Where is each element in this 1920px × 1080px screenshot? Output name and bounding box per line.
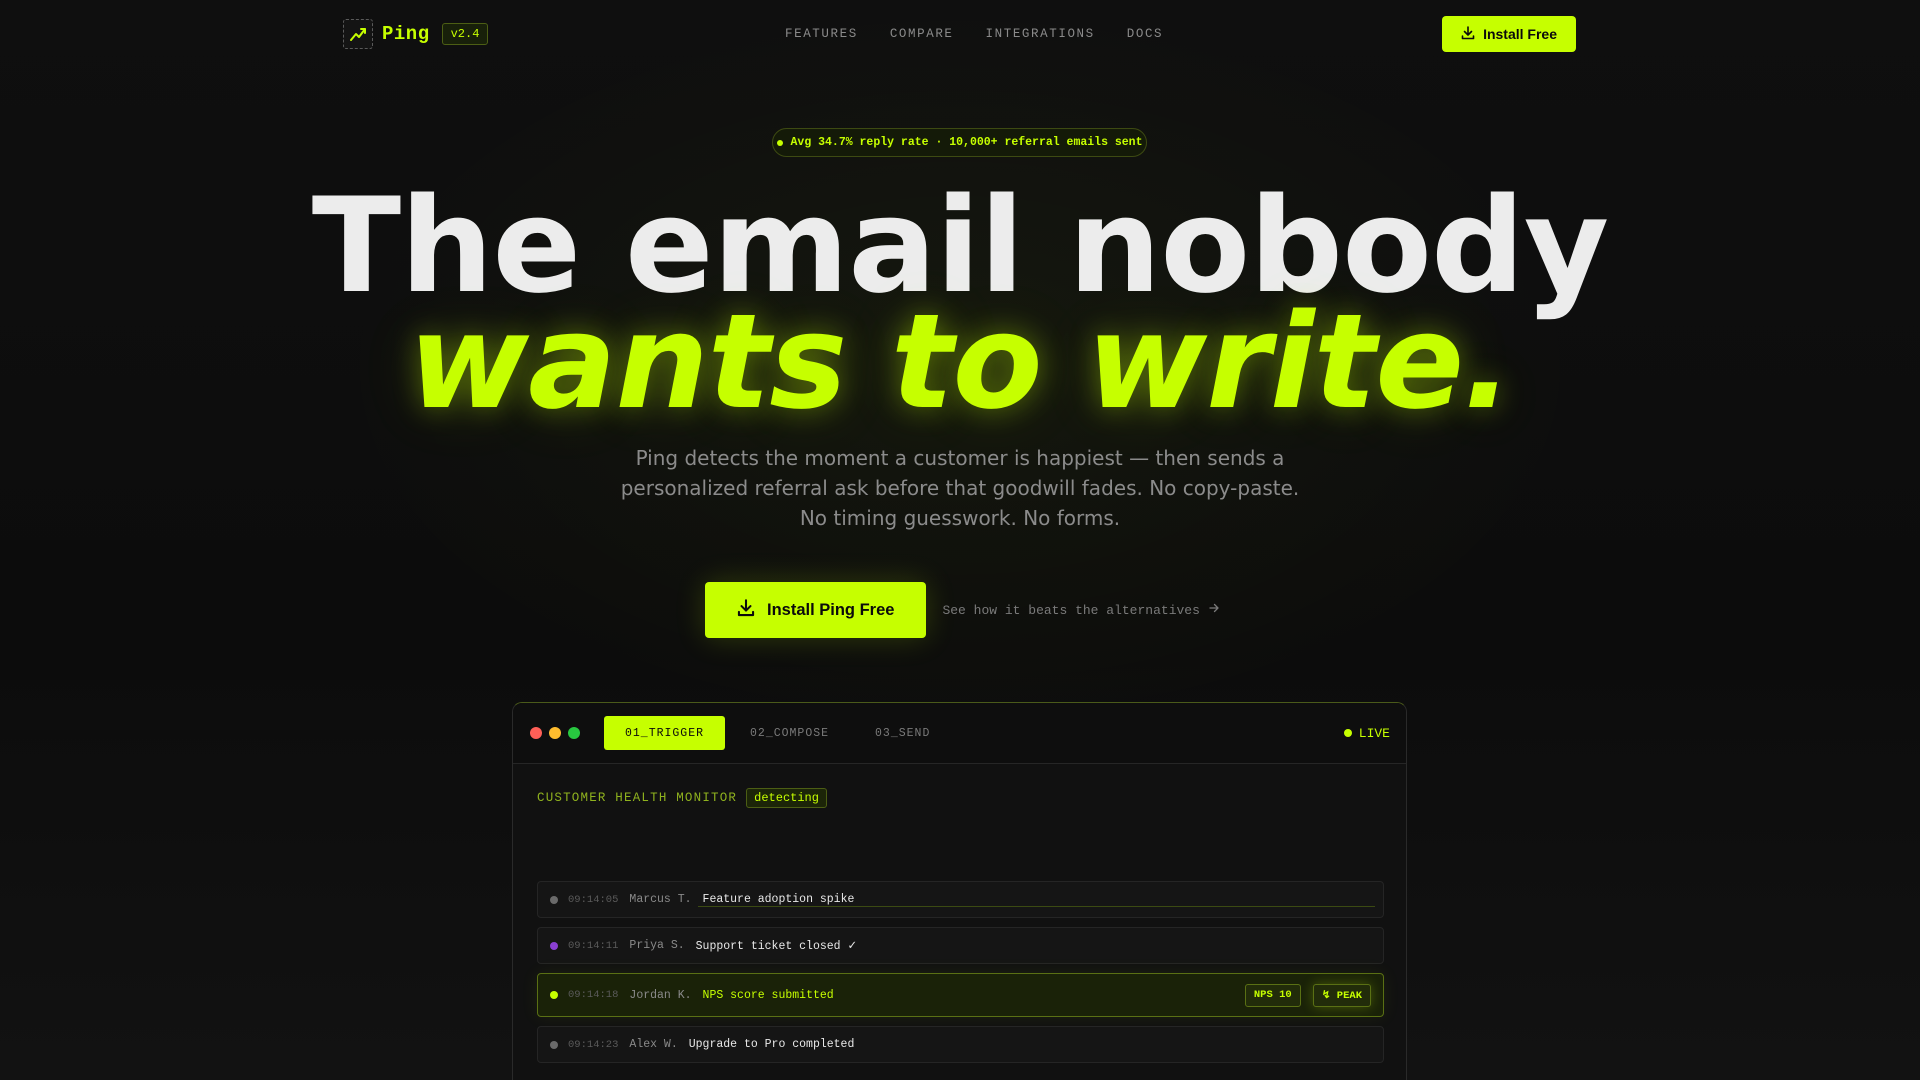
download-icon: [1461, 25, 1475, 43]
close-dot: [530, 727, 542, 739]
cta-row: Install Ping Free See how it beats the a…: [705, 582, 1220, 638]
demo-toolbar: 01_TRIGGER 02_COMPOSE 03_SEND LIVE: [513, 703, 1406, 764]
trending-up-icon: [343, 19, 373, 49]
event-action: Support ticket closed ✓: [695, 940, 858, 953]
stat-pill-text: Avg 34.7% reply rate · 10,000+ referral …: [790, 136, 1143, 149]
demo-window: 01_TRIGGER 02_COMPOSE 03_SEND LIVE CUSTO…: [512, 702, 1407, 1080]
event-time: 09:14:18: [568, 989, 619, 1001]
monitor-title: CUSTOMER HEALTH MONITOR: [537, 791, 738, 805]
nav-links: FEATURES COMPARE INTEGRATIONS DOCS: [785, 27, 1163, 41]
install-free-button[interactable]: Install Free: [1442, 16, 1576, 52]
event-customer: Marcus T.: [629, 893, 692, 906]
see-alternatives-link[interactable]: See how it beats the alternatives: [942, 602, 1219, 618]
event-row[interactable]: 09:14:11 Priya S. Support ticket closed …: [537, 927, 1384, 964]
status-dot: [776, 139, 783, 146]
event-tags: NPS 10 ↯ PEAK: [1244, 983, 1371, 1007]
brand[interactable]: Ping v2.4: [343, 19, 489, 49]
event-dot: [550, 941, 558, 950]
nav-link-docs[interactable]: DOCS: [1127, 27, 1163, 41]
tab-send[interactable]: 03_SEND: [854, 716, 951, 750]
event-row-highlighted[interactable]: 09:14:18 Jordan K. NPS score submitted N…: [537, 973, 1384, 1017]
version-badge: v2.4: [441, 23, 489, 45]
hero-headline-line2: wants to write.: [408, 285, 1513, 438]
brand-name: Ping: [382, 23, 430, 45]
install-ping-free-button[interactable]: Install Ping Free: [705, 582, 927, 638]
event-customer: Jordan K.: [629, 988, 692, 1002]
nav-link-compare[interactable]: COMPARE: [890, 27, 954, 41]
install-ping-free-label: Install Ping Free: [767, 600, 895, 619]
event-action: Feature adoption spike: [702, 893, 855, 906]
arrow-right-icon: [1208, 602, 1220, 618]
event-dot: [550, 895, 558, 904]
monitor-header: CUSTOMER HEALTH MONITOR detecting: [537, 788, 827, 808]
event-progress-line: [698, 906, 1375, 907]
event-list: 09:14:05 Marcus T. Feature adoption spik…: [537, 881, 1384, 1072]
peak-tag: ↯ PEAK: [1312, 983, 1371, 1007]
live-label: LIVE: [1358, 725, 1390, 741]
tab-trigger[interactable]: 01_TRIGGER: [604, 716, 726, 750]
window-controls: [530, 727, 580, 739]
event-time: 09:14:11: [568, 939, 619, 952]
event-time: 09:14:23: [568, 1038, 619, 1051]
status-badge: detecting: [746, 788, 827, 808]
nav-link-features[interactable]: FEATURES: [785, 27, 858, 41]
event-customer: Priya S.: [629, 939, 685, 952]
demo-tabs: 01_TRIGGER 02_COMPOSE 03_SEND: [604, 716, 951, 750]
tab-compose[interactable]: 02_COMPOSE: [729, 716, 850, 750]
event-dot: [550, 1040, 558, 1049]
event-row[interactable]: 09:14:23 Alex W. Upgrade to Pro complete…: [537, 1026, 1384, 1063]
nav-link-integrations[interactable]: INTEGRATIONS: [986, 27, 1095, 41]
event-row[interactable]: 09:14:05 Marcus T. Feature adoption spik…: [537, 881, 1384, 918]
event-dot: [550, 991, 558, 999]
event-action: Upgrade to Pro completed: [688, 1038, 855, 1051]
download-icon: [737, 598, 755, 622]
hero-subtitle: Ping detects the moment a customer is ha…: [620, 446, 1300, 530]
event-customer: Alex W.: [629, 1038, 678, 1051]
top-nav: Ping v2.4 FEATURES COMPARE INTEGRATIONS …: [343, 0, 1576, 68]
stat-pill: Avg 34.7% reply rate · 10,000+ referral …: [772, 128, 1147, 157]
minimize-dot: [549, 727, 561, 739]
nps-tag: NPS 10: [1244, 983, 1301, 1007]
maximize-dot: [568, 727, 580, 739]
live-indicator: LIVE: [1343, 725, 1390, 741]
install-free-label: Install Free: [1483, 26, 1557, 42]
see-alternatives-label: See how it beats the alternatives: [942, 602, 1200, 618]
event-action: NPS score submitted: [702, 988, 834, 1002]
event-time: 09:14:05: [568, 893, 619, 906]
live-dot: [1343, 729, 1352, 737]
